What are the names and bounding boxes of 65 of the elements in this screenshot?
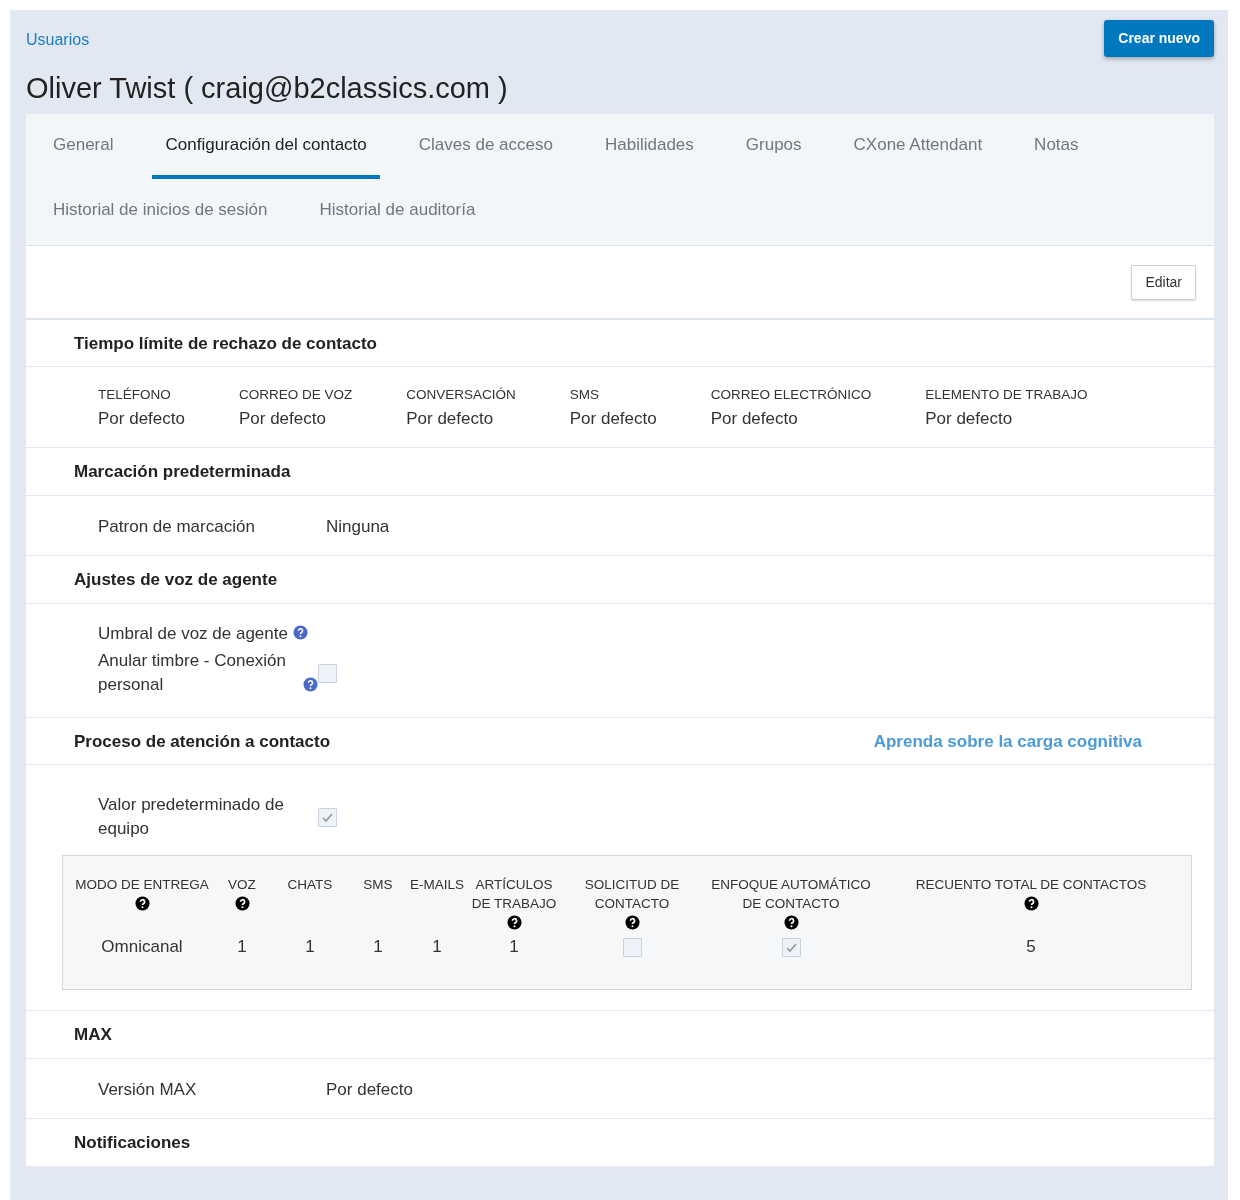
table-cell: 1: [432, 936, 442, 956]
field-value: Por defecto: [238, 407, 327, 430]
column-header: ENFOQUE AUTOMÁTICO DE CONTACTO: [711, 877, 871, 911]
checkbox[interactable]: [622, 937, 642, 957]
tab[interactable]: Historial de auditoría: [306, 179, 489, 245]
field-value: Por defecto: [406, 407, 495, 430]
field-label: SMS: [569, 386, 600, 405]
section-title: Notificaciones: [74, 1132, 191, 1155]
page-title: Oliver Twist ( craig@b2classics.com ): [26, 71, 509, 106]
section-title: Marcación predeterminada: [74, 461, 291, 484]
field-label: TELÉFONO: [98, 386, 172, 405]
breadcrumb-link[interactable]: Usuarios: [26, 28, 90, 52]
column-header: RECUENTO TOTAL DE CONTACTOS: [915, 877, 1147, 893]
tab[interactable]: Grupos: [732, 113, 815, 180]
field-label: Versión MAX: [98, 1078, 198, 1101]
field-label: Patron de marcación: [98, 515, 256, 538]
field-value: Por defecto: [569, 407, 657, 430]
setting-label: Anular timbre - Conexión personal: [98, 650, 288, 697]
section-title: Ajustes de voz de agente: [74, 569, 278, 592]
table-cell: 1: [305, 936, 315, 956]
table-cell: 1: [509, 936, 519, 956]
help-icon[interactable]: [506, 914, 522, 930]
checkbox[interactable]: [318, 663, 337, 683]
tab[interactable]: Historial de inicios de sesión: [40, 179, 281, 245]
section-title: Tiempo límite de rechazo de contacto: [74, 332, 377, 355]
help-icon[interactable]: [234, 895, 250, 911]
table-cell: 5: [1026, 936, 1036, 956]
field-label: ELEMENTO DE TRABAJO: [925, 386, 1088, 405]
tab[interactable]: CXone Attendant: [840, 113, 996, 180]
section-title: Proceso de atención a contacto: [74, 730, 330, 753]
tab[interactable]: Claves de acceso: [405, 113, 566, 180]
help-icon[interactable]: [624, 914, 640, 930]
checkbox[interactable]: [781, 937, 801, 957]
column-header: MODO DE ENTREGA: [75, 877, 209, 893]
setting-label: Valor predeterminado de equipo: [98, 794, 285, 841]
column-header: ARTÍCULOS DE TRABAJO: [471, 877, 557, 911]
tab[interactable]: Habilidades: [591, 113, 707, 180]
column-header: E-MAILS: [410, 877, 464, 893]
tab[interactable]: General: [40, 113, 127, 180]
tab[interactable]: Configuración del contacto: [152, 113, 380, 180]
field-value: Por defecto: [710, 407, 799, 430]
table-cell: 1: [237, 936, 247, 956]
checkbox[interactable]: [318, 807, 337, 827]
help-icon[interactable]: [1023, 895, 1039, 911]
field-value: Por defecto: [98, 407, 185, 430]
edit-button[interactable]: Editar: [1131, 264, 1196, 300]
section-title: MAX: [74, 1024, 112, 1047]
column-header: VOZ: [228, 877, 256, 893]
field-value: Por defecto: [925, 407, 1014, 430]
table-cell: Omnicanal: [101, 936, 183, 956]
setting-label: Umbral de voz de agente: [98, 622, 288, 645]
field-label: CORREO DE VOZ: [238, 386, 353, 405]
column-header: CHATS: [287, 877, 333, 893]
help-icon[interactable]: [134, 895, 150, 911]
field-value: Ninguna: [326, 515, 390, 538]
field-label: CONVERSACIÓN: [406, 386, 516, 405]
column-header: SMS: [363, 877, 393, 893]
table-cell: 1: [373, 936, 383, 956]
field-label: CORREO ELECTRÓNICO: [710, 386, 872, 405]
column-header: SOLICITUD DE CONTACTO: [584, 877, 680, 911]
field-value: Por defecto: [326, 1078, 413, 1101]
tab[interactable]: Notas: [1021, 113, 1092, 180]
create-button[interactable]: Crear nuevo: [1104, 20, 1214, 57]
learn-link[interactable]: Aprenda sobre la carga cognitiva: [873, 728, 1142, 755]
help-icon[interactable]: [783, 914, 799, 930]
